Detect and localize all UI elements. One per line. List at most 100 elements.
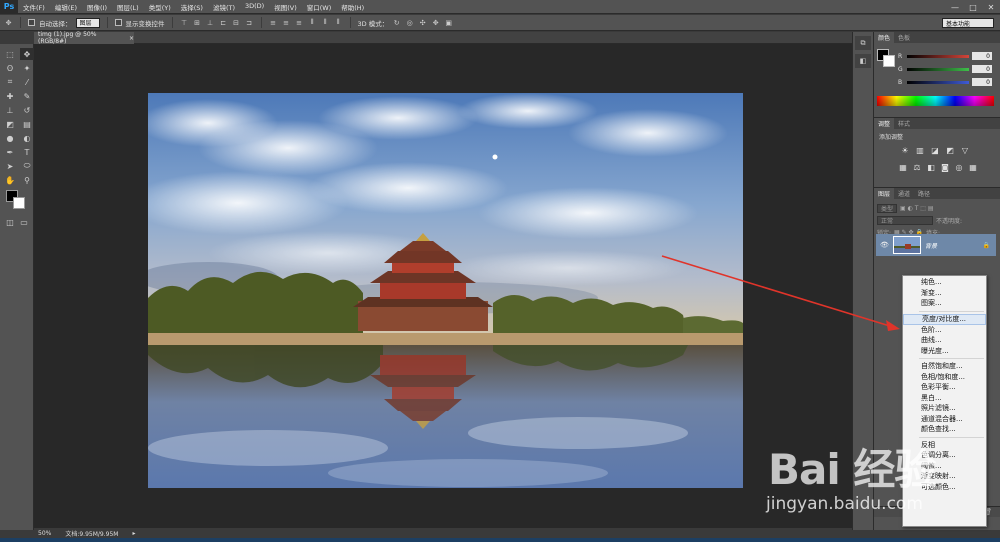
move-tool-icon[interactable]: ✥ [4,18,13,27]
document-tab[interactable]: timg (1).jpg @ 50%(RGB/8#) × [34,31,134,45]
align-center-icon[interactable]: ⊟ [232,18,241,27]
vibrance-icon[interactable]: ▽ [960,145,970,155]
type-tool-icon[interactable]: T [20,146,34,158]
levels-icon[interactable]: ▥ [915,145,925,155]
tab-styles[interactable]: 样式 [894,118,914,129]
visibility-eye-icon[interactable]: 👁 [880,241,889,249]
quick-mask-icon[interactable]: ◫ [3,216,17,228]
status-arrow-icon[interactable]: ▸ [132,530,135,537]
menu-item[interactable]: 图层(L) [112,2,144,12]
align-left-icon[interactable]: ⊏ [219,18,228,27]
3d-drag-icon[interactable]: ✣ [418,18,427,27]
history-panel-icon[interactable]: ⧉ [855,36,871,50]
auto-select-checkbox[interactable] [28,19,35,26]
menu-item[interactable]: 帮助(H) [336,2,369,12]
slider-value-field[interactable]: 0 [972,78,992,86]
minimize-button[interactable]: — [946,0,964,14]
menu-option[interactable]: 自然饱和度... [903,361,986,372]
align-bottom-icon[interactable]: ⊥ [206,18,215,27]
show-transform-checkbox[interactable] [114,19,122,26]
menu-item[interactable]: 编辑(E) [50,2,82,12]
distribute-middle-icon[interactable]: ≡ [282,18,291,27]
menu-option[interactable]: 色相/饱和度... [903,372,986,383]
menu-option[interactable]: 照片滤镜... [903,403,986,414]
align-right-icon[interactable]: ⊐ [245,18,254,27]
black-white-icon[interactable]: ◧ [926,162,936,172]
slider-track[interactable] [907,54,969,58]
3d-slide-icon[interactable]: ✥ [431,18,440,27]
slider-track[interactable] [907,67,969,71]
close-tab-icon[interactable]: × [129,35,134,42]
healing-brush-icon[interactable]: ✚ [3,90,17,102]
distribute-right-icon[interactable]: ⦀ [334,18,343,27]
crop-tool-icon[interactable]: ⌗ [3,76,17,88]
menu-option[interactable]: 曲线... [903,335,986,346]
menu-item[interactable]: 窗口(W) [302,2,337,12]
tab-paths[interactable]: 路径 [914,188,934,199]
move-tool-icon[interactable]: ✥ [20,48,34,60]
align-middle-icon[interactable]: ⊞ [193,18,202,27]
distribute-bottom-icon[interactable]: ≡ [295,18,304,27]
brightness-contrast-icon[interactable]: ☀ [900,145,910,155]
distribute-top-icon[interactable]: ≡ [269,18,278,27]
align-top-icon[interactable]: ⊤ [180,18,189,27]
dodge-tool-icon[interactable]: ◐ [20,132,34,144]
zoom-tool-icon[interactable]: ⚲ [20,174,34,186]
menu-item[interactable]: 选择(S) [176,2,208,12]
channel-mixer-icon[interactable]: ◎ [954,162,964,172]
screen-mode-icon[interactable]: ▭ [17,216,31,228]
maximize-button[interactable]: □ [964,0,982,14]
marquee-tool-icon[interactable]: ⬚ [3,48,17,60]
distribute-left-icon[interactable]: ⦀ [308,18,317,27]
tab-layers[interactable]: 图层 [874,188,895,199]
eyedropper-icon[interactable]: ⁄ [20,76,34,88]
menu-option[interactable]: 通道混合器... [903,414,986,425]
lasso-tool-icon[interactable]: ʘ [3,62,17,74]
close-button[interactable]: ✕ [982,0,1000,14]
background-color-swatch[interactable] [13,197,25,209]
gradient-tool-icon[interactable]: ▤ [20,118,34,130]
pen-tool-icon[interactable]: ✒ [3,146,17,158]
menu-option[interactable]: 色彩平衡... [903,382,986,393]
menu-option[interactable]: 亮度/对比度... [903,313,986,325]
tab-adjustments[interactable]: 调整 [874,118,895,129]
blend-mode-select[interactable]: 正常 [877,215,933,225]
filter-icons[interactable]: ▣ ◐ T ⬚ ▤ [900,205,934,212]
ellipse-tool-icon[interactable]: ⬭ [20,160,34,172]
menu-option[interactable]: 色阶... [903,325,986,336]
color-panel-background[interactable] [883,55,895,67]
curves-icon[interactable]: ◪ [930,145,940,155]
layer-kind-filter[interactable]: 类型 [877,203,898,213]
menu-option[interactable]: 颜色查找... [903,424,986,435]
hue-saturation-icon[interactable]: ▦ [898,162,908,172]
eraser-tool-icon[interactable]: ◩ [3,118,17,130]
tab-color[interactable]: 颜色 [874,32,895,43]
tab-swatches[interactable]: 色板 [894,32,914,43]
clone-stamp-icon[interactable]: ⊥ [3,104,17,116]
menu-option[interactable]: 黑白... [903,393,986,404]
slider-track[interactable] [907,80,969,84]
document-size-info[interactable]: 文档:9.95M/9.95M [65,529,118,538]
magic-wand-icon[interactable]: ✦ [20,62,34,74]
slider-value-field[interactable]: 0 [972,52,992,60]
3d-scale-icon[interactable]: ▣ [444,18,453,27]
photo-filter-icon[interactable]: ◙ [940,162,950,172]
background-layer[interactable]: 👁 背景 🔒 [876,234,996,256]
3d-roll-icon[interactable]: ◎ [405,18,414,27]
menu-option[interactable]: 渐变... [903,288,986,299]
menu-item[interactable]: 滤镜(T) [208,2,240,12]
slider-value-field[interactable]: 0 [972,65,992,73]
menu-option[interactable]: 纯色... [903,277,986,288]
menu-option[interactable]: 图案... [903,298,986,309]
distribute-center-icon[interactable]: ⦀ [321,18,330,27]
color-lookup-icon[interactable]: ▦ [968,162,978,172]
auto-select-dropdown[interactable]: 图层 [75,17,100,28]
menu-item[interactable]: 类型(Y) [144,2,176,12]
path-select-icon[interactable]: ➤ [3,160,17,172]
color-balance-icon[interactable]: ⚖ [912,162,922,172]
menu-option[interactable]: 曝光度... [903,346,986,357]
tab-channels[interactable]: 通道 [894,188,914,199]
blur-tool-icon[interactable]: ● [3,132,17,144]
3d-rotate-icon[interactable]: ↻ [392,18,401,27]
document-image[interactable] [148,93,743,488]
